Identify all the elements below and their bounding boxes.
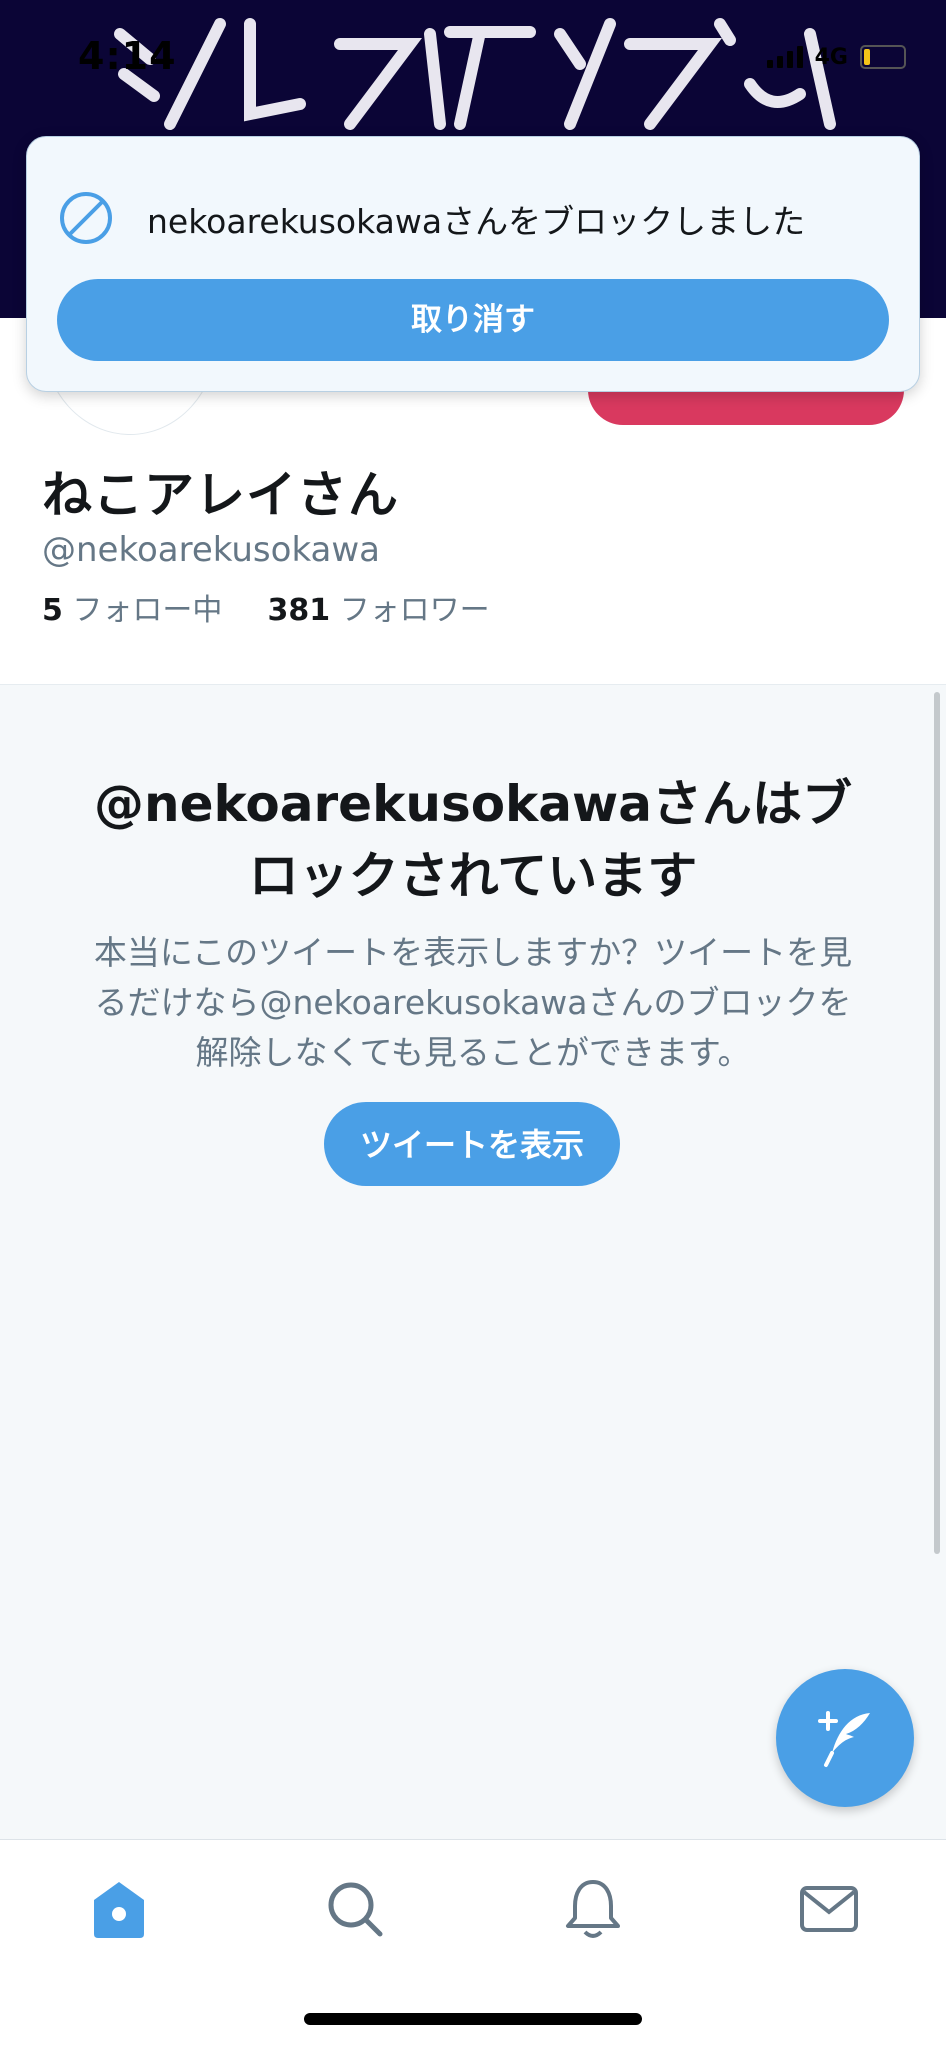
block-icon [60, 192, 112, 244]
blocked-title: @nekoarekusokawaさんはブロックされています [94, 775, 852, 905]
bell-icon [566, 1880, 620, 1938]
status-indicators: 4G [766, 42, 906, 72]
mail-icon [800, 1886, 858, 1932]
toast-message: nekoarekusokawaさんをブロックしました [147, 202, 806, 241]
banner-artwork [114, 18, 836, 130]
search-icon [328, 1882, 383, 1937]
tab-notifications[interactable] [558, 1874, 628, 1944]
show-tweets-button[interactable]: ツイートを表示 [324, 1102, 620, 1186]
compose-tweet-button[interactable] [776, 1669, 914, 1807]
home-indicator[interactable] [304, 2013, 642, 2025]
profile-handle: @nekoarekusokawa [42, 530, 381, 570]
tab-search[interactable] [320, 1874, 390, 1944]
home-icon [94, 1882, 144, 1938]
compose-tweet-icon [818, 1711, 870, 1767]
follow-stats: 5 フォロー中 381 フォロワー [42, 585, 490, 629]
profile-display-name: ねこアレイさん [42, 466, 399, 524]
battery-icon [860, 45, 906, 69]
tab-home[interactable] [84, 1874, 154, 1944]
following-label[interactable]: フォロー中 [72, 593, 222, 628]
followers-label[interactable]: フォロワー [340, 593, 490, 628]
block-toast: nekoarekusokawaさんをブロックしました 取り消す [26, 136, 920, 392]
followers-count[interactable]: 381 [268, 593, 331, 628]
signal-icon [766, 46, 803, 68]
status-time: 4:14 [78, 34, 177, 78]
scrollbar[interactable] [934, 692, 940, 1554]
tab-messages[interactable] [794, 1874, 864, 1944]
network-type: 4G [814, 44, 848, 70]
undo-button[interactable]: 取り消す [57, 279, 889, 361]
following-count[interactable]: 5 [42, 593, 63, 628]
blocked-description: 本当にこのツイートを表示しますか？ツイートを見るだけなら@nekoarekuso… [93, 933, 853, 1072]
